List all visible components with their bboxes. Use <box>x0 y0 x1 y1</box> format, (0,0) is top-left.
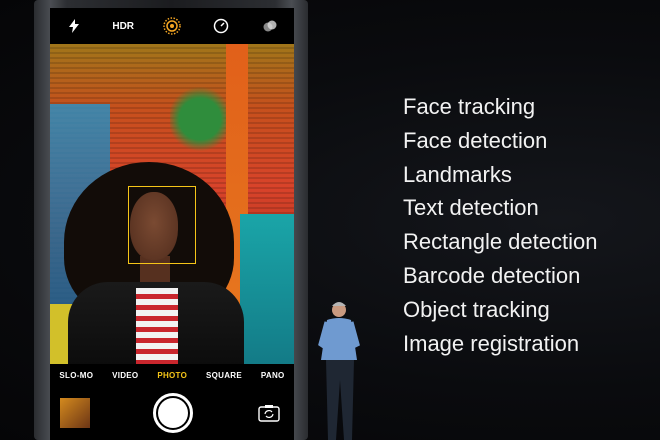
switch-camera-icon[interactable] <box>256 403 282 423</box>
mode-pano[interactable]: PANO <box>261 371 285 380</box>
camera-app-screen: HDR SLO-MO VIDEO PHOTO SQUARE PANO <box>50 8 294 440</box>
face-detection-box <box>128 186 196 264</box>
feature-item: Object tracking <box>403 296 550 322</box>
mode-slo-mo[interactable]: SLO-MO <box>59 371 93 380</box>
feature-item: Face tracking <box>403 94 536 119</box>
timer-icon[interactable] <box>206 11 236 41</box>
vision-feature-list: Face tracking Face detection Landmarks T… <box>403 90 597 360</box>
hdr-button[interactable]: HDR <box>108 11 138 41</box>
feature-item: Face detection <box>403 127 548 153</box>
feature-item: Landmarks <box>403 161 512 187</box>
hdr-label: HDR <box>112 20 135 32</box>
filters-icon[interactable] <box>255 11 285 41</box>
feature-item: Barcode detection <box>403 262 581 288</box>
shutter-button[interactable] <box>153 393 193 433</box>
live-photo-icon[interactable] <box>157 11 187 41</box>
camera-top-bar: HDR <box>50 8 294 44</box>
photo-thumbnail[interactable] <box>60 398 90 428</box>
shutter-inner <box>158 398 188 428</box>
mode-video[interactable]: VIDEO <box>112 371 138 380</box>
feature-item: Image registration <box>403 330 580 356</box>
graffiti-green-shape <box>170 84 230 154</box>
feature-item: Rectangle detection <box>403 229 598 255</box>
feature-item: Text detection <box>403 195 539 221</box>
flash-icon[interactable] <box>59 11 89 41</box>
mode-photo[interactable]: PHOTO <box>157 371 187 380</box>
presenter-figure <box>318 302 360 440</box>
subject-striped-shirt <box>136 288 178 364</box>
graffiti-cyan-shape <box>240 214 294 364</box>
camera-bottom-bar <box>50 386 294 440</box>
camera-mode-selector: SLO-MO VIDEO PHOTO SQUARE PANO <box>50 364 294 386</box>
mode-square[interactable]: SQUARE <box>206 371 242 380</box>
camera-viewfinder <box>50 44 294 364</box>
